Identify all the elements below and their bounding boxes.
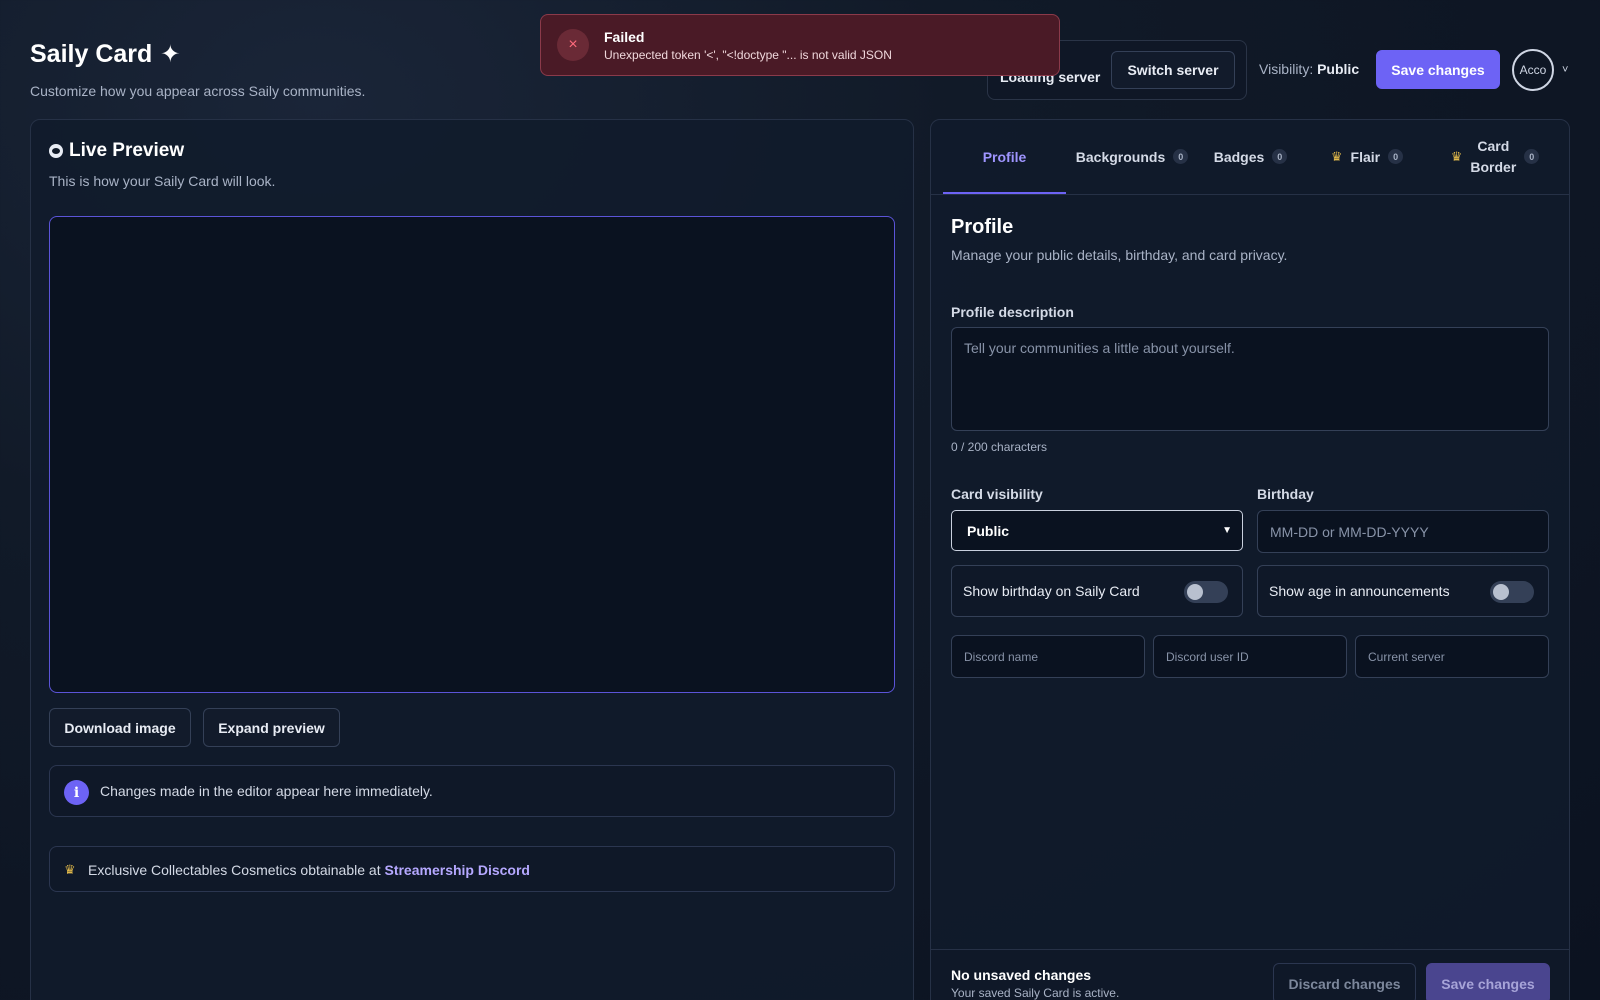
current-server-input[interactable] [1355, 635, 1549, 678]
tab-profile[interactable]: Profile [943, 120, 1066, 194]
toast-title: Failed [604, 29, 645, 45]
save-status-subtitle: Your saved Saily Card is active. [951, 986, 1120, 1000]
visibility-value: Public [1317, 61, 1360, 77]
error-toast: × Failed Unexpected token '<', "<!doctyp… [540, 14, 1060, 76]
section-subtitle: Manage your public details, birthday, an… [951, 247, 1288, 263]
tab-label: Profile [982, 148, 1027, 165]
save-changes-footer-button[interactable]: Save changes [1426, 963, 1550, 1000]
tab-badges[interactable]: Badges 0 [1198, 120, 1303, 193]
crown-icon: ♛ [64, 862, 76, 877]
account-avatar[interactable]: Acco [1512, 49, 1554, 91]
live-preview-title: Live Preview [69, 140, 185, 161]
birthday-input[interactable] [1257, 510, 1549, 553]
tab-label: Card Border [1470, 136, 1516, 178]
save-status-title: No unsaved changes [951, 967, 1092, 983]
discord-name-input[interactable] [951, 635, 1145, 678]
download-image-button[interactable]: Download image [49, 708, 191, 747]
birthday-label: Birthday [1257, 486, 1314, 502]
page-title-text: Saily Card [30, 40, 153, 68]
tab-count-badge: 0 [1524, 149, 1540, 164]
eye-icon [49, 144, 63, 158]
tab-label: Badges [1213, 148, 1265, 165]
discord-user-id-input[interactable] [1153, 635, 1347, 678]
promo-notice: ♛ Exclusive Collectables Cosmetics obtai… [49, 846, 895, 892]
show-birthday-label: Show birthday on Saily Card [963, 583, 1140, 599]
promo-text: Exclusive Collectables Cosmetics obtaina… [88, 862, 530, 878]
profile-description-label: Profile description [951, 304, 1074, 320]
profile-description-input[interactable] [951, 327, 1549, 431]
live-preview-heading: Live Preview [49, 140, 184, 162]
chevron-down-icon[interactable]: ˅ [1562, 64, 1568, 76]
tab-backgrounds[interactable]: Backgrounds 0 [1066, 120, 1198, 193]
tab-count-badge: 0 [1173, 149, 1189, 164]
card-preview-canvas [49, 216, 895, 693]
character-count: 0 / 200 characters [951, 440, 1048, 454]
crown-icon: ♛ [1450, 148, 1463, 164]
info-notice: i Changes made in the editor appear here… [49, 765, 895, 817]
promo-text-body: Exclusive Collectables Cosmetics obtaina… [88, 862, 385, 878]
save-bar: No unsaved changes Your saved Saily Card… [931, 949, 1569, 1000]
live-preview-subtitle: This is how your Saily Card will look. [49, 173, 276, 189]
show-age-toggle[interactable] [1490, 581, 1534, 603]
card-visibility-select[interactable]: Public ▼ [951, 510, 1243, 551]
close-icon[interactable]: × [557, 29, 589, 61]
show-age-toggle-card: Show age in announcements [1257, 565, 1549, 617]
visibility-indicator: Visibility: Public [1259, 61, 1359, 77]
page-title: Saily Card ✦ [30, 40, 180, 69]
card-visibility-label: Card visibility [951, 486, 1043, 502]
sparkle-icon: ✦ [160, 41, 181, 68]
avatar-alt-text: Acco [1519, 63, 1547, 77]
chevron-down-icon: ▼ [1222, 525, 1232, 536]
switch-server-button[interactable]: Switch server [1111, 51, 1235, 89]
page-subtitle: Customize how you appear across Saily co… [30, 83, 366, 99]
tab-label-line-1: Card [1477, 137, 1510, 154]
toast-message: Unexpected token '<', "<!doctype "... is… [604, 48, 892, 62]
tabs-divider [931, 194, 1569, 195]
info-icon: i [64, 780, 89, 805]
section-title: Profile [951, 216, 1014, 238]
expand-preview-button[interactable]: Expand preview [203, 708, 340, 747]
tab-label-line-2: Border [1470, 158, 1517, 175]
visibility-label: Visibility: [1259, 61, 1314, 77]
show-birthday-toggle[interactable] [1184, 581, 1228, 603]
crown-icon: ♛ [1330, 148, 1343, 164]
live-preview-panel: Live Preview This is how your Saily Card… [30, 119, 914, 1000]
show-age-label: Show age in announcements [1269, 583, 1450, 599]
tab-count-badge: 0 [1272, 149, 1288, 164]
info-text: Changes made in the editor appear here i… [100, 783, 433, 799]
discard-changes-button[interactable]: Discard changes [1273, 963, 1416, 1000]
toggle-knob [1493, 584, 1509, 600]
streamership-discord-link[interactable]: Streamership Discord [384, 862, 530, 878]
save-changes-button[interactable]: Save changes [1376, 50, 1500, 89]
tab-flair[interactable]: ♛ Flair 0 [1303, 120, 1431, 193]
tab-label: Flair [1350, 148, 1381, 165]
toggle-knob [1187, 584, 1203, 600]
tab-count-badge: 0 [1388, 149, 1404, 164]
editor-panel: Profile Backgrounds 0 Badges 0 ♛ Flair 0… [930, 119, 1570, 1000]
tab-card-border[interactable]: ♛ Card Border 0 [1431, 120, 1559, 193]
tab-label: Backgrounds [1075, 148, 1166, 165]
show-birthday-toggle-card: Show birthday on Saily Card [951, 565, 1243, 617]
card-visibility-value: Public [967, 522, 1010, 539]
editor-tabs: Profile Backgrounds 0 Badges 0 ♛ Flair 0… [943, 120, 1559, 194]
